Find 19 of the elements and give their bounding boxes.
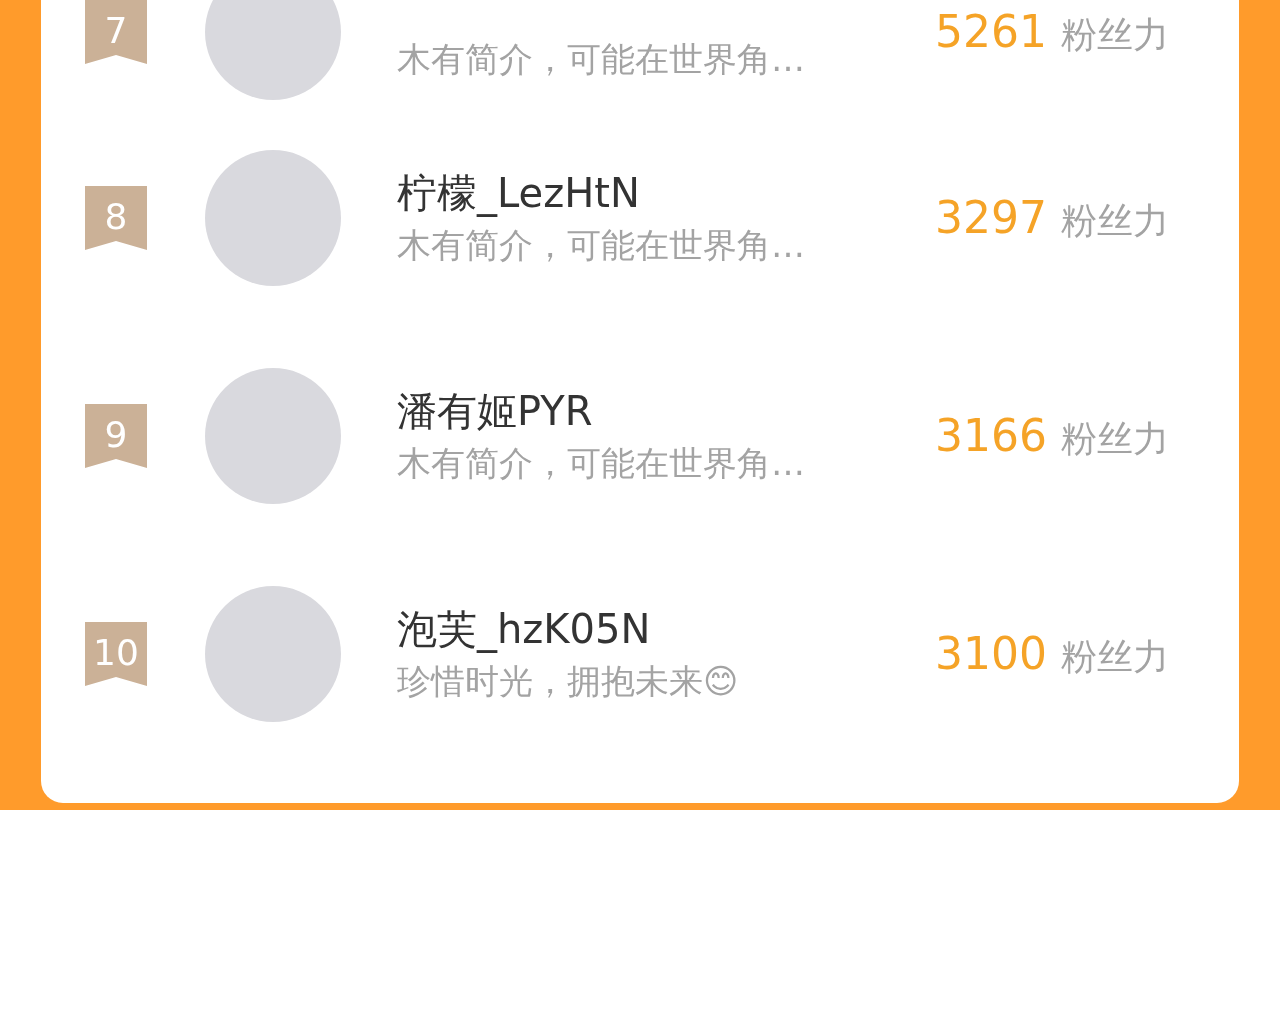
user-bio: 木有简介，可能在世界角… [397, 224, 805, 267]
user-name[interactable]: 潘有姬PYR [397, 384, 593, 438]
score-label: 粉丝力 [1061, 199, 1169, 243]
fan-score: 3297 [935, 191, 1047, 245]
rank-badge: 10 [85, 622, 147, 686]
score-label: 粉丝力 [1061, 635, 1169, 679]
user-name[interactable]: 柠檬_LezHtN [397, 166, 640, 220]
rank-badge: 8 [85, 186, 147, 250]
fan-score: 3100 [935, 627, 1047, 681]
user-bio: 木有简介，可能在世界角… [397, 38, 805, 81]
user-bio: 珍惜时光，拥抱未来😊 [397, 660, 739, 703]
user-name[interactable]: 泡芙_hzK05N [397, 602, 651, 656]
fan-score: 5261 [935, 5, 1047, 59]
score-label: 粉丝力 [1061, 13, 1169, 57]
fan-score: 3166 [935, 409, 1047, 463]
rank-badge: 7 [85, 0, 147, 64]
rank-badge: 9 [85, 404, 147, 468]
user-bio: 木有简介，可能在世界角… [397, 442, 805, 485]
score-label: 粉丝力 [1061, 417, 1169, 461]
